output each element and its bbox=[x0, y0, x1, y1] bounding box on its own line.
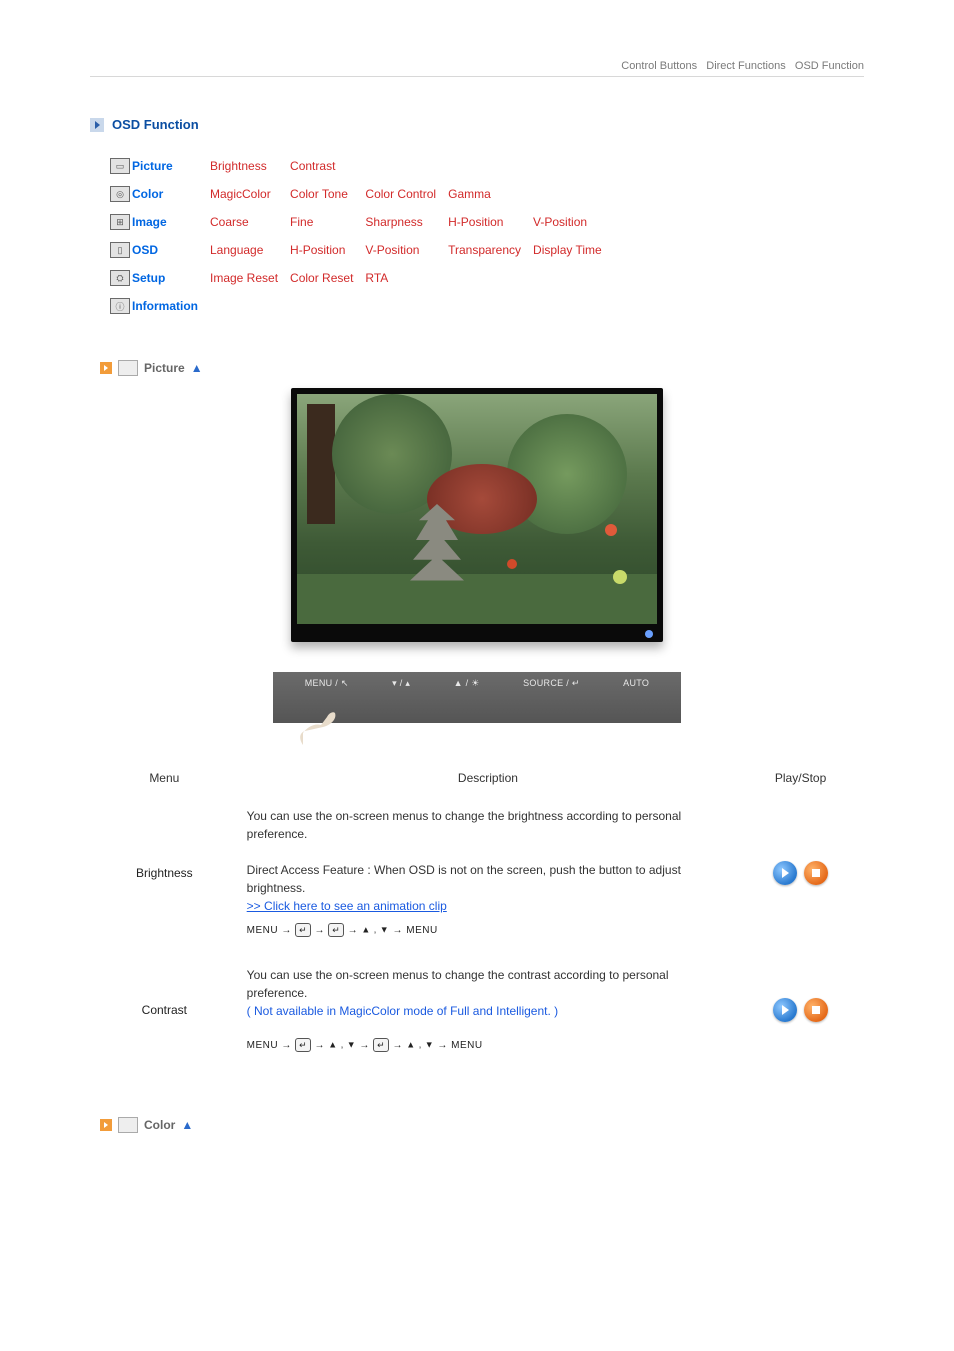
back-to-top-icon[interactable]: ▲ bbox=[191, 361, 203, 375]
cat-image-link[interactable]: Image bbox=[132, 215, 167, 229]
enter-key-icon: ↵ bbox=[373, 1038, 389, 1052]
link-vposition-osd[interactable]: V-Position bbox=[365, 243, 419, 257]
link-displaytime[interactable]: Display Time bbox=[533, 243, 602, 257]
section-icon bbox=[90, 118, 104, 132]
row-brightness: Brightness You can use the on-screen men… bbox=[90, 793, 864, 952]
link-coarse[interactable]: Coarse bbox=[210, 215, 249, 229]
enter-key-icon: ↵ bbox=[328, 923, 344, 937]
link-gamma[interactable]: Gamma bbox=[448, 187, 491, 201]
stop-button[interactable] bbox=[804, 998, 828, 1022]
enter-key-icon: ↵ bbox=[295, 923, 311, 937]
seq-text: → bbox=[389, 1040, 406, 1051]
cell-contrast-play bbox=[737, 952, 864, 1067]
monitor-button-strip: MENU / ↖ ▾ / ▴ ▲ / ☀ SOURCE / ↵ AUTO bbox=[273, 672, 681, 723]
link-colortone[interactable]: Color Tone bbox=[290, 187, 348, 201]
cell-contrast-desc: You can use the on-screen menus to chang… bbox=[239, 952, 738, 1067]
pointing-hand-icon bbox=[293, 709, 341, 747]
link-brightness[interactable]: Brightness bbox=[210, 159, 267, 173]
cell-brightness-menu: Brightness bbox=[90, 793, 239, 952]
link-fine[interactable]: Fine bbox=[290, 215, 313, 229]
picture-small-icon bbox=[118, 360, 138, 376]
btn-label-updown: ▾ / ▴ bbox=[392, 678, 410, 689]
nav-osd-function[interactable]: OSD Function bbox=[795, 60, 864, 72]
sub-picture-title: Picture bbox=[144, 361, 185, 375]
link-transparency[interactable]: Transparency bbox=[448, 243, 521, 257]
back-to-top-icon[interactable]: ▲ bbox=[181, 1118, 193, 1132]
bullet-icon bbox=[100, 1119, 112, 1131]
section-title: OSD Function bbox=[112, 117, 199, 132]
seq-text: MENU → bbox=[247, 925, 296, 936]
seq-text: → MENU bbox=[434, 1040, 483, 1051]
th-description: Description bbox=[239, 763, 738, 793]
brightness-desc-line1: You can use the on-screen menus to chang… bbox=[247, 807, 730, 843]
arrow-keys-icon: ▲ , ▼ bbox=[328, 1040, 356, 1050]
image-menu-icon: ⊞ bbox=[110, 214, 130, 230]
play-button[interactable] bbox=[773, 861, 797, 885]
brightness-desc-line2: Direct Access Feature : When OSD is not … bbox=[247, 861, 730, 897]
sub-color-title: Color bbox=[144, 1118, 175, 1132]
cat-information-link[interactable]: Information bbox=[132, 299, 198, 313]
contrast-menu-sequence: MENU → ↵ → ▲ , ▼ → ↵ → ▲ , ▼ → MENU bbox=[247, 1038, 730, 1053]
link-sharpness[interactable]: Sharpness bbox=[365, 215, 422, 229]
seq-text: → bbox=[356, 1040, 373, 1051]
link-contrast[interactable]: Contrast bbox=[290, 159, 335, 173]
cat-setup-link[interactable]: Setup bbox=[132, 271, 165, 285]
link-language[interactable]: Language bbox=[210, 243, 263, 257]
btn-label-bright: ▲ / ☀ bbox=[454, 678, 480, 689]
link-magiccolor[interactable]: MagicColor bbox=[210, 187, 271, 201]
bullet-icon bbox=[100, 362, 112, 374]
play-button[interactable] bbox=[773, 998, 797, 1022]
contrast-desc-line1: You can use the on-screen menus to chang… bbox=[247, 966, 730, 1002]
th-playstop: Play/Stop bbox=[737, 763, 864, 793]
link-colorreset[interactable]: Color Reset bbox=[290, 271, 353, 285]
osd-menu-icon: ▯ bbox=[110, 242, 130, 258]
nav-direct-functions[interactable]: Direct Functions bbox=[706, 60, 785, 72]
enter-key-icon: ↵ bbox=[295, 1038, 311, 1052]
btn-label-menu: MENU / ↖ bbox=[305, 678, 349, 689]
seq-text: → bbox=[344, 925, 361, 936]
seq-text: → bbox=[311, 1040, 328, 1051]
link-colorcontrol[interactable]: Color Control bbox=[365, 187, 436, 201]
setup-menu-icon: ⛭ bbox=[110, 270, 130, 286]
description-table: Menu Description Play/Stop Brightness Yo… bbox=[90, 763, 864, 1067]
power-led-icon bbox=[645, 630, 653, 638]
monitor-preview bbox=[90, 388, 864, 642]
th-menu: Menu bbox=[90, 763, 239, 793]
sub-color-header: Color ▲ bbox=[100, 1117, 864, 1133]
color-menu-icon: ◎ bbox=[110, 186, 130, 202]
cat-osd-link[interactable]: OSD bbox=[132, 243, 158, 257]
btn-label-source: SOURCE / ↵ bbox=[523, 678, 580, 689]
cell-contrast-menu: Contrast bbox=[90, 952, 239, 1067]
arrow-keys-icon: ▲ , ▼ bbox=[406, 1040, 434, 1050]
sub-picture-header: Picture ▲ bbox=[100, 360, 864, 376]
picture-menu-icon: ▭ bbox=[110, 158, 130, 174]
seq-text: → MENU bbox=[389, 925, 438, 936]
row-contrast: Contrast You can use the on-screen menus… bbox=[90, 952, 864, 1067]
cell-brightness-play bbox=[737, 793, 864, 952]
nav-control-buttons[interactable]: Control Buttons bbox=[621, 60, 697, 72]
cell-brightness-desc: You can use the on-screen menus to chang… bbox=[239, 793, 738, 952]
seq-text: MENU → bbox=[247, 1040, 296, 1051]
seq-text: → bbox=[311, 925, 328, 936]
monitor-frame bbox=[291, 388, 663, 642]
link-imagereset[interactable]: Image Reset bbox=[210, 271, 278, 285]
link-vposition-img[interactable]: V-Position bbox=[533, 215, 587, 229]
cat-picture-link[interactable]: Picture bbox=[132, 159, 173, 173]
brightness-anim-link[interactable]: >> Click here to see an animation clip bbox=[247, 899, 447, 913]
contrast-note: ( Not available in MagicColor mode of Fu… bbox=[247, 1002, 730, 1020]
cat-color-link[interactable]: Color bbox=[132, 187, 163, 201]
brightness-menu-sequence: MENU → ↵ → ↵ → ▲ , ▼ → MENU bbox=[247, 923, 730, 938]
btn-label-auto: AUTO bbox=[623, 678, 649, 689]
monitor-screen bbox=[297, 394, 657, 624]
arrow-keys-icon: ▲ , ▼ bbox=[361, 925, 389, 935]
top-nav: Control Buttons Direct Functions OSD Fun… bbox=[90, 20, 864, 77]
osd-category-table: ▭ Picture Brightness Contrast ◎ Color Ma… bbox=[110, 152, 614, 320]
info-menu-icon: ⓘ bbox=[110, 298, 130, 314]
section-header: OSD Function bbox=[90, 117, 864, 132]
stop-button[interactable] bbox=[804, 861, 828, 885]
link-hposition-img[interactable]: H-Position bbox=[448, 215, 503, 229]
link-rta[interactable]: RTA bbox=[365, 271, 388, 285]
color-small-icon bbox=[118, 1117, 138, 1133]
link-hposition-osd[interactable]: H-Position bbox=[290, 243, 345, 257]
